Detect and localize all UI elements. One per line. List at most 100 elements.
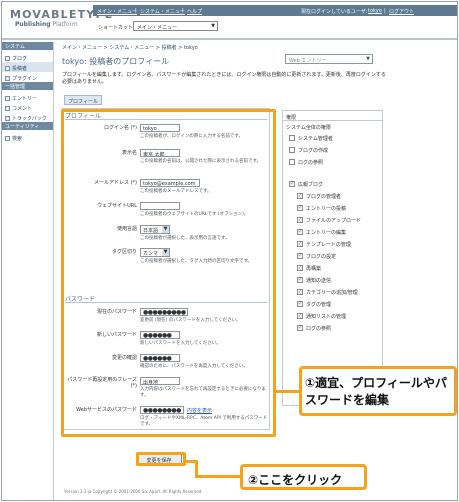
- checkbox[interactable]: ✓: [297, 313, 303, 319]
- sidebar-item-authors[interactable]: 投稿者: [2, 62, 53, 72]
- login-user-link[interactable]: tokyo: [368, 8, 382, 14]
- callout-connector: [276, 390, 299, 393]
- perm-label: 再構築: [306, 265, 322, 272]
- sidebar-item-trackbacks[interactable]: トラックバック: [2, 112, 53, 122]
- checkbox[interactable]: [289, 135, 295, 141]
- nav-sep-3: |: [384, 8, 386, 14]
- checkbox[interactable]: ✓: [297, 325, 303, 331]
- user-icon: [5, 65, 10, 71]
- checkbox[interactable]: ✓: [297, 277, 303, 283]
- sidebar-section-utility: ユーティリティ: [2, 122, 53, 130]
- sidebar-item-blog[interactable]: ブログ: [2, 52, 53, 62]
- perm-label: ログの参照: [298, 159, 324, 166]
- perm-label: エントリーの投稿: [306, 205, 347, 212]
- checkbox[interactable]: ✓: [297, 253, 303, 259]
- perm-item[interactable]: ✓ 通知リストの管理: [283, 310, 382, 322]
- sidebar: システム ブログ 投稿者 プラグイン 一括管理 エントリー コメント トラックバ…: [2, 42, 54, 500]
- checkbox[interactable]: [289, 159, 295, 165]
- checkbox[interactable]: ✓: [297, 241, 303, 247]
- perm-item[interactable]: ✓ ブログの設定: [283, 250, 382, 262]
- nav-sep-1: |: [135, 8, 137, 14]
- app-window: MOVABLETYPE Publishing Platform メイン・メニュー…: [1, 1, 458, 501]
- chevron-down-icon: ▼: [211, 23, 215, 29]
- checkbox[interactable]: ✓: [297, 229, 303, 235]
- perm-item[interactable]: ✓ 通知の送信: [283, 274, 382, 286]
- perm-label: テンプレートの管理: [306, 241, 351, 248]
- breadcrumb[interactable]: メイン・メニュー > システム・メニュー > 投稿者 > tokyo: [62, 44, 198, 51]
- callout-edit-profile: ①適宜、プロフィールやパスワードを編集: [299, 366, 457, 416]
- nav-main-menu[interactable]: メイン・メニュー: [97, 8, 137, 15]
- sidebar-item-label: プラグイン: [12, 75, 38, 82]
- perm-label: 広報ブログ: [298, 181, 324, 188]
- checkbox[interactable]: ✓: [297, 289, 303, 295]
- blog-icon: [5, 55, 10, 61]
- footer-copyright: Version 3.3-ja Copyright © 2001-2006 Six…: [64, 489, 203, 494]
- perm-item[interactable]: ✓ タグの管理: [283, 298, 382, 310]
- perm-item[interactable]: ✓ ログの参照: [283, 322, 382, 334]
- plugin-icon: [5, 75, 10, 81]
- perm-item[interactable]: ✓ カテゴリーの追加/管理: [283, 286, 382, 298]
- trackback-icon: [5, 115, 10, 121]
- checkbox[interactable]: ✓: [297, 193, 303, 199]
- logout-link[interactable]: ログアウト: [389, 8, 414, 15]
- sidebar-item-label: 検索: [12, 135, 23, 142]
- perm-label: 通知の送信: [306, 277, 332, 284]
- login-status-text: 現在ログインしているユーザ:: [301, 9, 368, 15]
- comment-icon: [5, 105, 10, 111]
- sidebar-item-search[interactable]: 検索: [2, 132, 53, 142]
- sidebar-item-plugins[interactable]: プラグイン: [2, 72, 53, 82]
- perm-label: タグの管理: [306, 301, 332, 308]
- top-nav-bar: メイン・メニュー | システム・メニュー | ヘルプ 現在ログインしているユーザ…: [93, 5, 457, 16]
- sidebar-section-bulk: 一括管理: [2, 82, 53, 90]
- sidebar-item-label: トラックバック: [12, 115, 47, 122]
- perm-label: エントリーの編集: [306, 229, 347, 236]
- perm-item[interactable]: ブログの作成: [283, 144, 382, 156]
- perm-label: ブログの作成: [298, 147, 329, 154]
- perm-blog-role[interactable]: ✓ 広報ブログ: [283, 178, 382, 190]
- perm-item[interactable]: ✓ テンプレートの管理: [283, 238, 382, 250]
- highlight-form-area: [61, 109, 276, 437]
- sidebar-item-label: 投稿者: [12, 65, 28, 72]
- sidebar-item-label: ブログ: [12, 55, 28, 62]
- system-permissions-label: システム全体の権限: [286, 125, 331, 131]
- shortcut-label: ショートカット:: [98, 25, 135, 31]
- logo-sub-rest: Platform: [50, 21, 78, 28]
- perm-item[interactable]: ✓ ブログの管理者: [283, 190, 382, 202]
- perm-item[interactable]: システム管理者: [283, 132, 382, 144]
- logo-sub-brand: Publishing: [15, 21, 51, 28]
- nav-help[interactable]: ヘルプ: [187, 8, 202, 15]
- sidebar-item-label: エントリー: [12, 95, 38, 102]
- perm-label: ブログの設定: [306, 253, 337, 260]
- sidebar-item-comments[interactable]: コメント: [2, 102, 53, 112]
- permissions-header: 権限: [283, 111, 382, 121]
- checkbox[interactable]: ✓: [297, 217, 303, 223]
- search-icon: [5, 135, 10, 141]
- permissions-panel: 権限 システム全体の権限 システム管理者 ブログの作成 ログの参照 ✓ 広報ブログ ✓…: [282, 110, 383, 406]
- perm-item[interactable]: ✓ 再構築: [283, 262, 382, 274]
- checkbox[interactable]: ✓: [289, 181, 295, 187]
- perm-item[interactable]: ログの参照: [283, 156, 382, 168]
- page-title: tokyo: 投稿者のプロフィール: [62, 57, 170, 66]
- shortcut-value: メイン・メニュー: [137, 25, 178, 31]
- sidebar-item-label: コメント: [12, 105, 33, 112]
- perm-item[interactable]: ✓ エントリーの編集: [283, 226, 382, 238]
- nav-sep-2: |: [182, 8, 184, 14]
- tab-profile[interactable]: プロフィール: [64, 95, 102, 105]
- chevron-down-icon: ▼: [366, 56, 370, 62]
- search-input[interactable]: Web エントリー ▼: [285, 54, 373, 64]
- perm-item[interactable]: ✓ ファイルのアップロード: [283, 214, 382, 226]
- nav-system-menu[interactable]: システム・メニュー: [140, 8, 185, 15]
- callout-click-here: ②ここをクリック: [240, 464, 367, 490]
- checkbox[interactable]: ✓: [297, 265, 303, 271]
- highlight-save-button: [136, 452, 186, 466]
- checkbox[interactable]: ✓: [297, 205, 303, 211]
- checkbox[interactable]: [289, 147, 295, 153]
- checkbox[interactable]: ✓: [297, 301, 303, 307]
- sidebar-item-entries[interactable]: エントリー: [2, 92, 53, 102]
- shortcut-select[interactable]: メイン・メニュー ▼: [133, 21, 218, 31]
- callout-connector: [195, 475, 240, 478]
- page-description: プロフィールを編集します。ログイン名、パスワードが編集されたときには、ログイン権…: [62, 72, 386, 85]
- perm-label: ブログの管理者: [306, 193, 342, 200]
- perm-item[interactable]: ✓ エントリーの投稿: [283, 202, 382, 214]
- perm-label: システム管理者: [298, 135, 333, 142]
